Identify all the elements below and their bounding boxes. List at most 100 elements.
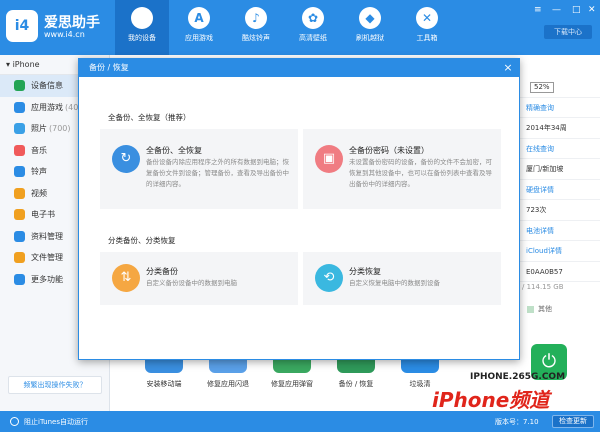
flower-icon: ✿	[302, 7, 324, 29]
sidebar-item-count: (40	[65, 102, 79, 112]
sidebar-item-label: 视频	[31, 188, 47, 198]
apple-icon	[131, 7, 153, 29]
lock-icon: ▣	[315, 145, 343, 173]
device-info-panel: 52% 精确查询 2014年34周 在线查询 厦门/新加坡 硬盘详情 723次 …	[520, 77, 600, 282]
maximize-icon[interactable]: □	[572, 5, 581, 15]
info-row[interactable]: 在线查询	[520, 139, 600, 159]
sidebar-item-label: 铃声	[31, 167, 47, 176]
device-name: iPhone	[12, 60, 40, 69]
tool-label: 修复应用闪退	[207, 380, 249, 388]
info-row[interactable]: 精确查询	[520, 98, 600, 118]
operation-fail-link[interactable]: 频繁出现操作失败？	[8, 376, 102, 394]
nav-tab-apps[interactable]: A 应用游戏	[172, 0, 226, 55]
backup-icon: ⇅	[112, 264, 140, 292]
menu-icon[interactable]: ≡	[534, 5, 542, 15]
close-icon[interactable]: ×	[501, 61, 515, 75]
info-icon	[14, 80, 25, 91]
sidebar-item-label: 应用游戏	[31, 102, 63, 112]
backup-restore-dialog: 备份 / 恢复 × 全备份、全恢复（推荐） ↻ 全备份、全恢复 备份设备内除应用…	[78, 58, 520, 360]
close-window-icon[interactable]: ✕	[588, 5, 596, 15]
card-desc: 自定义恢复电脑中的数据到设备	[349, 279, 440, 287]
recover-icon: ⟲	[315, 264, 343, 292]
card-title: 全备份、全恢复	[146, 146, 202, 155]
legend-swatch	[527, 305, 534, 313]
sidebar-item-label: 资料管理	[31, 231, 63, 241]
nav-tab-label: 酷炫铃声	[242, 34, 270, 42]
dropbox-icon: ◆	[359, 7, 381, 29]
app-name: 爱思助手	[44, 15, 100, 31]
info-row: 厦门/新加坡	[520, 159, 600, 180]
check-update-button[interactable]: 检查更新	[552, 415, 594, 428]
sidebar-item-label: 音乐	[31, 145, 47, 155]
tool-label: 安装移动端	[146, 380, 182, 388]
sidebar-item-label: 设备信息	[31, 81, 63, 90]
tool-label: 垃圾清	[409, 380, 431, 388]
battery-percent: 52%	[530, 82, 554, 93]
card-backup-password[interactable]: ▣ 全备份密码（未设置） 未设置备份密码的设备，备份的文件不会加密，可恢复到其他…	[303, 129, 501, 209]
nav-tab-label: 应用游戏	[185, 34, 213, 42]
legend-label: 其他	[538, 305, 552, 313]
tools-icon: ✕	[416, 7, 438, 29]
nav-tab-label: 刷机越狱	[356, 34, 384, 42]
bell-icon: ♪	[245, 7, 267, 29]
minimize-icon[interactable]: —	[552, 5, 561, 15]
block-itunes-toggle[interactable]: 阻止iTunes自动运行	[24, 417, 88, 427]
sidebar-item-label: 更多功能	[31, 274, 63, 284]
section-category-backup-title: 分类备份、分类恢复	[108, 236, 176, 245]
sidebar-item-label: 电子书	[31, 210, 55, 219]
app-store-icon: A	[188, 7, 210, 29]
info-row[interactable]: 电池详情	[520, 221, 600, 241]
card-title: 分类备份	[146, 267, 178, 276]
card-desc: 自定义备份设备中的数据到电脑	[146, 279, 237, 287]
apps-icon	[14, 101, 25, 113]
info-row[interactable]: 硬盘详情	[520, 180, 600, 200]
restore-icon: ↻	[112, 145, 140, 173]
watermark: IPHONE.265G.COM iPhone频道	[432, 372, 598, 412]
data-icon	[14, 230, 25, 242]
app-url: www.i4.cn	[44, 30, 85, 39]
nav-tab-wallpapers[interactable]: ✿ 高清壁纸	[286, 0, 340, 55]
nav-tab-toolbox[interactable]: ✕ 工具箱	[400, 0, 454, 55]
grid-icon	[14, 273, 25, 285]
card-category-restore[interactable]: ⟲ 分类恢复 自定义恢复电脑中的数据到设备	[303, 252, 501, 305]
photo-icon	[14, 123, 25, 134]
tool-label: 备份 / 恢复	[338, 380, 374, 388]
card-category-backup[interactable]: ⇅ 分类备份 自定义备份设备中的数据到电脑	[100, 252, 298, 305]
nav-tab-ringtones[interactable]: ♪ 酷炫铃声	[229, 0, 283, 55]
logo-badge-icon: i4	[6, 10, 38, 42]
watermark-title: iPhone频道	[432, 388, 550, 412]
nav-tab-label: 高清壁纸	[299, 34, 327, 42]
card-desc: 备份设备内除应用程序之外的所有数据到电脑；恢复备份文件到设备；管理备份，查看及导…	[146, 158, 289, 188]
music-icon	[14, 144, 25, 156]
nav-tab-label: 工具箱	[416, 34, 438, 42]
nav-tab-my-device[interactable]: 我的设备	[115, 0, 169, 55]
sidebar-item-label: 照片	[31, 124, 47, 133]
book-icon	[14, 209, 25, 220]
toggle-circle-icon[interactable]	[10, 417, 19, 426]
card-title: 分类恢复	[349, 267, 381, 276]
dialog-title: 备份 / 恢复	[79, 59, 519, 77]
legend-other: 其他	[527, 304, 552, 314]
card-desc: 未设置备份密码的设备，备份的文件不会加密，可恢复到其他设备中，也可以在备份列表中…	[349, 158, 492, 188]
nav-tab-label: 我的设备	[128, 34, 156, 42]
info-row[interactable]: iCloud详情	[520, 241, 600, 262]
app-logo: i4 爱思助手 www.i4.cn	[6, 10, 126, 46]
info-row: 723次	[520, 200, 600, 221]
storage-total: / 114.15 GB	[522, 283, 564, 291]
card-title: 全备份密码（未设置）	[349, 146, 429, 155]
version-label: 版本号：7.10	[495, 418, 539, 426]
video-icon	[14, 187, 25, 199]
info-row: E0AA0B57	[520, 262, 600, 282]
battery-row: 52%	[520, 77, 600, 98]
download-center-button[interactable]: 下载中心	[544, 25, 592, 39]
info-row: 2014年34周	[520, 118, 600, 139]
folder-icon	[14, 252, 25, 263]
tool-label: 修复应用弹窗	[271, 380, 313, 388]
sidebar-item-count: (700)	[49, 124, 71, 133]
ringtone-icon	[14, 166, 25, 177]
sidebar-item-label: 文件管理	[31, 253, 63, 262]
watermark-url: IPHONE.265G.COM	[470, 372, 566, 382]
card-full-backup[interactable]: ↻ 全备份、全恢复 备份设备内除应用程序之外的所有数据到电脑；恢复备份文件到设备…	[100, 129, 298, 209]
status-bar: 阻止iTunes自动运行 版本号：7.10 检查更新	[0, 411, 600, 432]
nav-tab-flash[interactable]: ◆ 刷机越狱	[343, 0, 397, 55]
